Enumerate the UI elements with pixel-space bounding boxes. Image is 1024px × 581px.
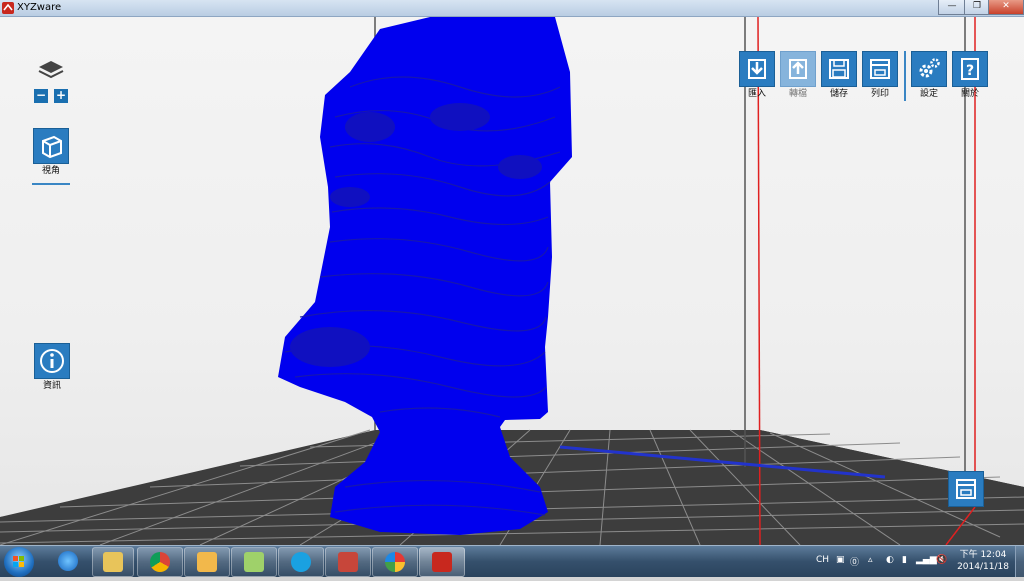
battery-icon[interactable]: ▮ (902, 555, 907, 565)
import-icon (739, 51, 775, 87)
info-icon (34, 343, 70, 379)
print-preview-icon (956, 479, 976, 499)
svg-text:?: ? (966, 63, 974, 79)
settings-button[interactable]: 設定 (911, 51, 947, 100)
taskbar-paint[interactable] (372, 547, 418, 577)
help-tray-icon[interactable]: ⓪ (850, 555, 859, 568)
xyzware-alt-icon (338, 552, 358, 572)
system-clock[interactable]: 下午 12:04 2014/11/18 (948, 549, 1018, 573)
about-label: 關於 (960, 89, 979, 99)
folder-icon (244, 552, 264, 572)
close-button[interactable]: ✕ (988, 0, 1024, 15)
print-button[interactable]: 列印 (862, 51, 898, 100)
clock-time: 下午 12:04 (959, 550, 1007, 560)
info-label: 資訊 (42, 381, 61, 391)
outlook-icon (197, 552, 217, 572)
view-angle-button[interactable]: 視角 (33, 128, 69, 177)
taskbar-outlook[interactable] (184, 547, 230, 577)
cube-icon (33, 128, 69, 164)
ime-icon[interactable]: ▣ (836, 555, 845, 565)
help-icon: ? (952, 51, 988, 87)
taskbar-ie[interactable] (38, 547, 98, 575)
internet-explorer-icon (58, 551, 78, 571)
notification-icon[interactable]: ◐ (886, 555, 894, 565)
about-button[interactable]: ? 關於 (952, 51, 988, 100)
start-button[interactable] (4, 547, 34, 577)
settings-label: 設定 (919, 89, 938, 99)
paint-icon (385, 552, 405, 572)
show-hidden-icons[interactable]: ▵ (868, 555, 873, 565)
taskbar-xyzware[interactable] (419, 547, 465, 577)
minimize-button[interactable]: — (938, 0, 966, 15)
title-bar: XYZware — ❐ ✕ (0, 0, 1024, 17)
3d-viewport[interactable]: − + 視角 資訊 匯入 轉檔 儲存 列印 設定 ? 關於 (0, 17, 1024, 545)
zoom-out-button[interactable]: − (34, 89, 48, 103)
taskbar: CH ▣ ⓪ ▵ ◐ ▮ ▂▄▆ 🔇 下午 12:04 2014/11/18 (0, 545, 1024, 577)
clock-date: 2014/11/18 (957, 562, 1009, 572)
maximize-button[interactable]: ❐ (964, 0, 990, 15)
chrome-icon (150, 552, 170, 572)
view-angle-label: 視角 (41, 166, 60, 176)
export-button[interactable]: 轉檔 (780, 51, 816, 100)
input-language[interactable]: CH (816, 555, 829, 565)
export-label: 轉檔 (788, 89, 807, 99)
layers-icon[interactable] (36, 57, 66, 81)
import-button[interactable]: 匯入 (739, 51, 775, 100)
gear-icon (911, 51, 947, 87)
network-icon[interactable]: ▂▄▆ (916, 555, 937, 565)
print-label: 列印 (870, 89, 889, 99)
toolbar-separator (904, 51, 906, 101)
taskbar-xyzware-alt[interactable] (325, 547, 371, 577)
save-button[interactable]: 儲存 (821, 51, 857, 100)
taskbar-chrome[interactable] (137, 547, 183, 577)
volume-muted-icon[interactable]: 🔇 (936, 555, 947, 565)
toolbar-divider (32, 183, 70, 185)
windows-logo-icon (13, 556, 24, 567)
taskbar-file-explorer[interactable] (92, 547, 134, 577)
file-explorer-icon (103, 552, 123, 572)
xyzware-logo-icon (2, 2, 14, 14)
window-title: XYZware (17, 2, 62, 13)
taskbar-folder[interactable] (231, 547, 277, 577)
taskbar-skype[interactable] (278, 547, 324, 577)
print-icon (862, 51, 898, 87)
print-preview-button[interactable] (948, 471, 984, 507)
save-icon (821, 51, 857, 87)
zoom-in-button[interactable]: + (54, 89, 68, 103)
info-button[interactable]: 資訊 (34, 343, 70, 392)
xyzware-icon (432, 552, 452, 572)
export-icon (780, 51, 816, 87)
skype-icon (291, 552, 311, 572)
save-label: 儲存 (829, 89, 848, 99)
show-desktop-button[interactable] (1015, 546, 1024, 577)
import-label: 匯入 (747, 89, 766, 99)
